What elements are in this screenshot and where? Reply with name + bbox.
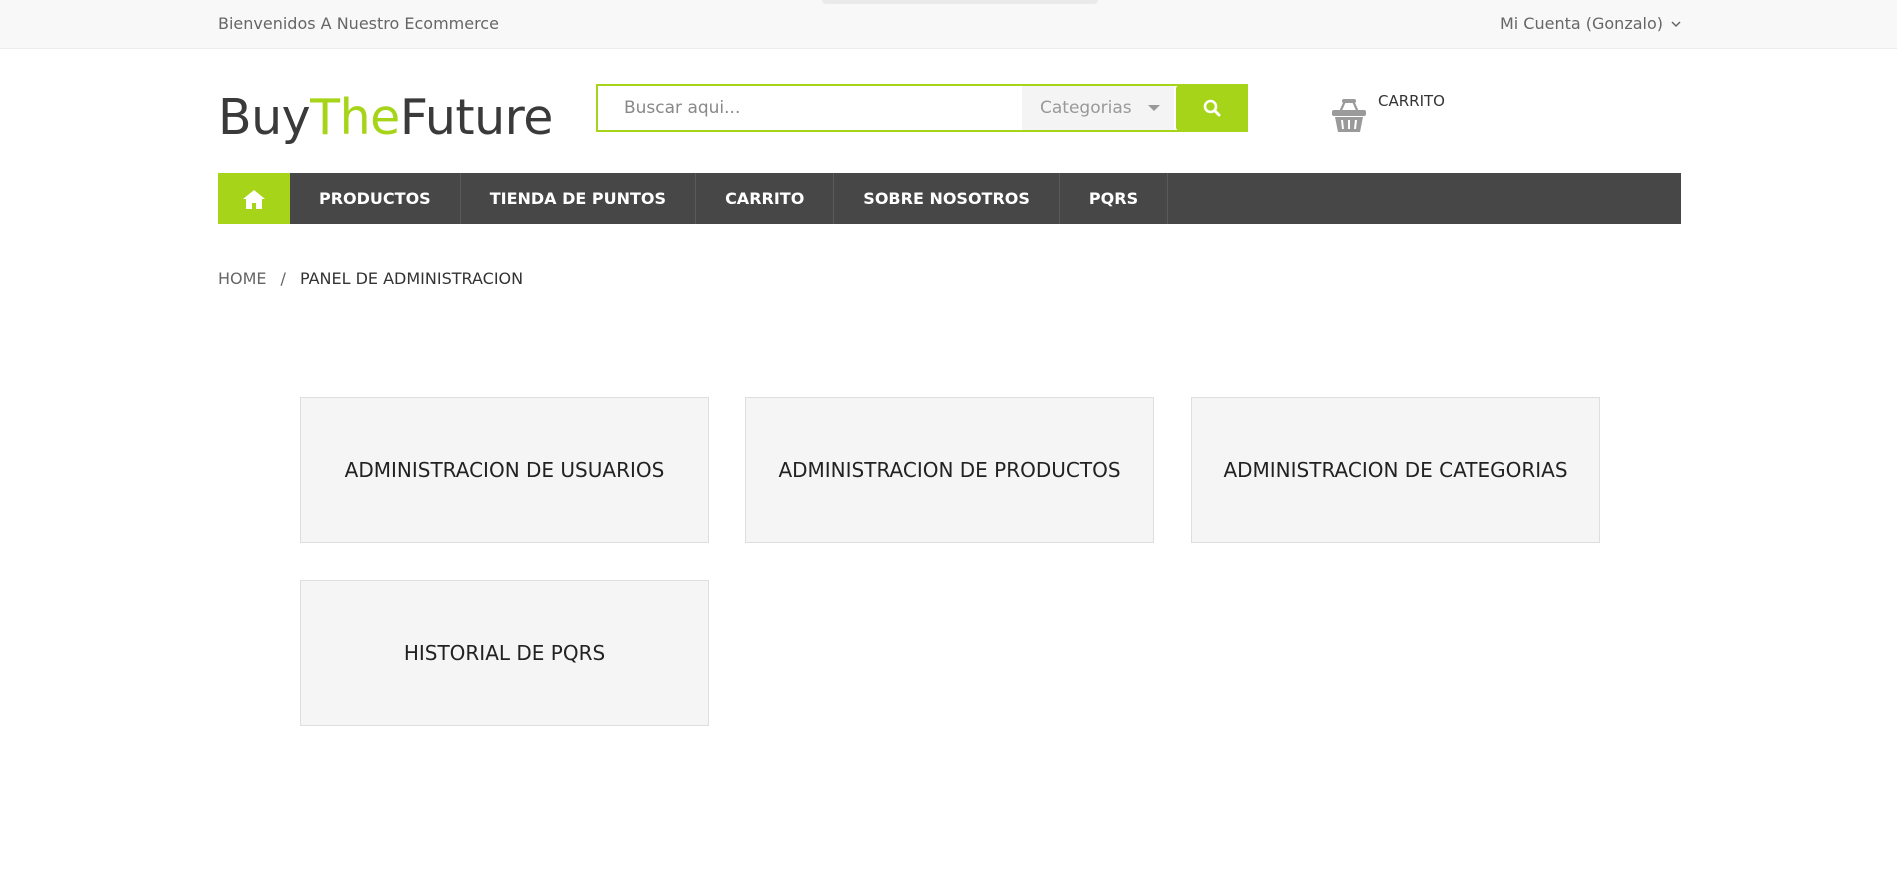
account-label: Mi Cuenta (Gonzalo) (1499, 14, 1663, 33)
logo-part-buy: Buy (218, 89, 311, 146)
account-menu[interactable]: Mi Cuenta (Gonzalo) (1500, 14, 1681, 33)
welcome-text: Bienvenidos A Nuestro Ecommerce (218, 14, 499, 33)
nav-item-productos[interactable]: PRODUCTOS (290, 173, 461, 224)
admin-card-categorias[interactable]: ADMINISTRACION DE CATEGORIAS (1191, 397, 1600, 543)
logo-part-future: Future (399, 89, 554, 146)
logo-part-the: The (310, 89, 400, 146)
search-icon (1203, 99, 1221, 117)
admin-card-historial-pqrs[interactable]: HISTORIAL DE PQRS (300, 580, 709, 726)
main-nav: PRODUCTOS TIENDA DE PUNTOS CARRITO SOBRE… (218, 173, 1681, 224)
admin-card-productos[interactable]: ADMINISTRACION DE PRODUCTOS (745, 397, 1154, 543)
nav-item-carrito[interactable]: CARRITO (696, 173, 835, 224)
basket-icon (1332, 99, 1366, 132)
site-logo[interactable]: BuyTheFuture (218, 88, 553, 148)
nav-item-sobre-nosotros[interactable]: SOBRE NOSOTROS (834, 173, 1060, 224)
search-button[interactable] (1176, 85, 1248, 131)
top-shadow-tab (822, 0, 1098, 4)
home-icon (243, 189, 265, 209)
nav-home-button[interactable] (218, 173, 290, 224)
cart-label: CARRITO (1378, 92, 1445, 110)
search-input[interactable] (598, 86, 1022, 130)
breadcrumb-home[interactable]: HOME (218, 269, 267, 288)
breadcrumb-separator: / (280, 269, 286, 288)
nav-item-pqrs[interactable]: PQRS (1060, 173, 1169, 224)
breadcrumb-current: PANEL DE ADMINISTRACION (299, 269, 524, 288)
category-select[interactable]: Categorias (1022, 86, 1174, 130)
top-bar: Bienvenidos A Nuestro Ecommerce Mi Cuent… (0, 0, 1897, 49)
caret-down-icon (1148, 105, 1160, 111)
category-select-label: Categorias (1040, 98, 1132, 118)
search-bar: Categorias (596, 84, 1248, 132)
nav-item-tienda-de-puntos[interactable]: TIENDA DE PUNTOS (461, 173, 697, 224)
cart-widget[interactable]: CARRITO (1330, 92, 1445, 136)
breadcrumb: HOME / PANEL DE ADMINISTRACION (218, 269, 523, 288)
admin-card-usuarios[interactable]: ADMINISTRACION DE USUARIOS (300, 397, 709, 543)
chevron-down-icon (1671, 20, 1681, 27)
